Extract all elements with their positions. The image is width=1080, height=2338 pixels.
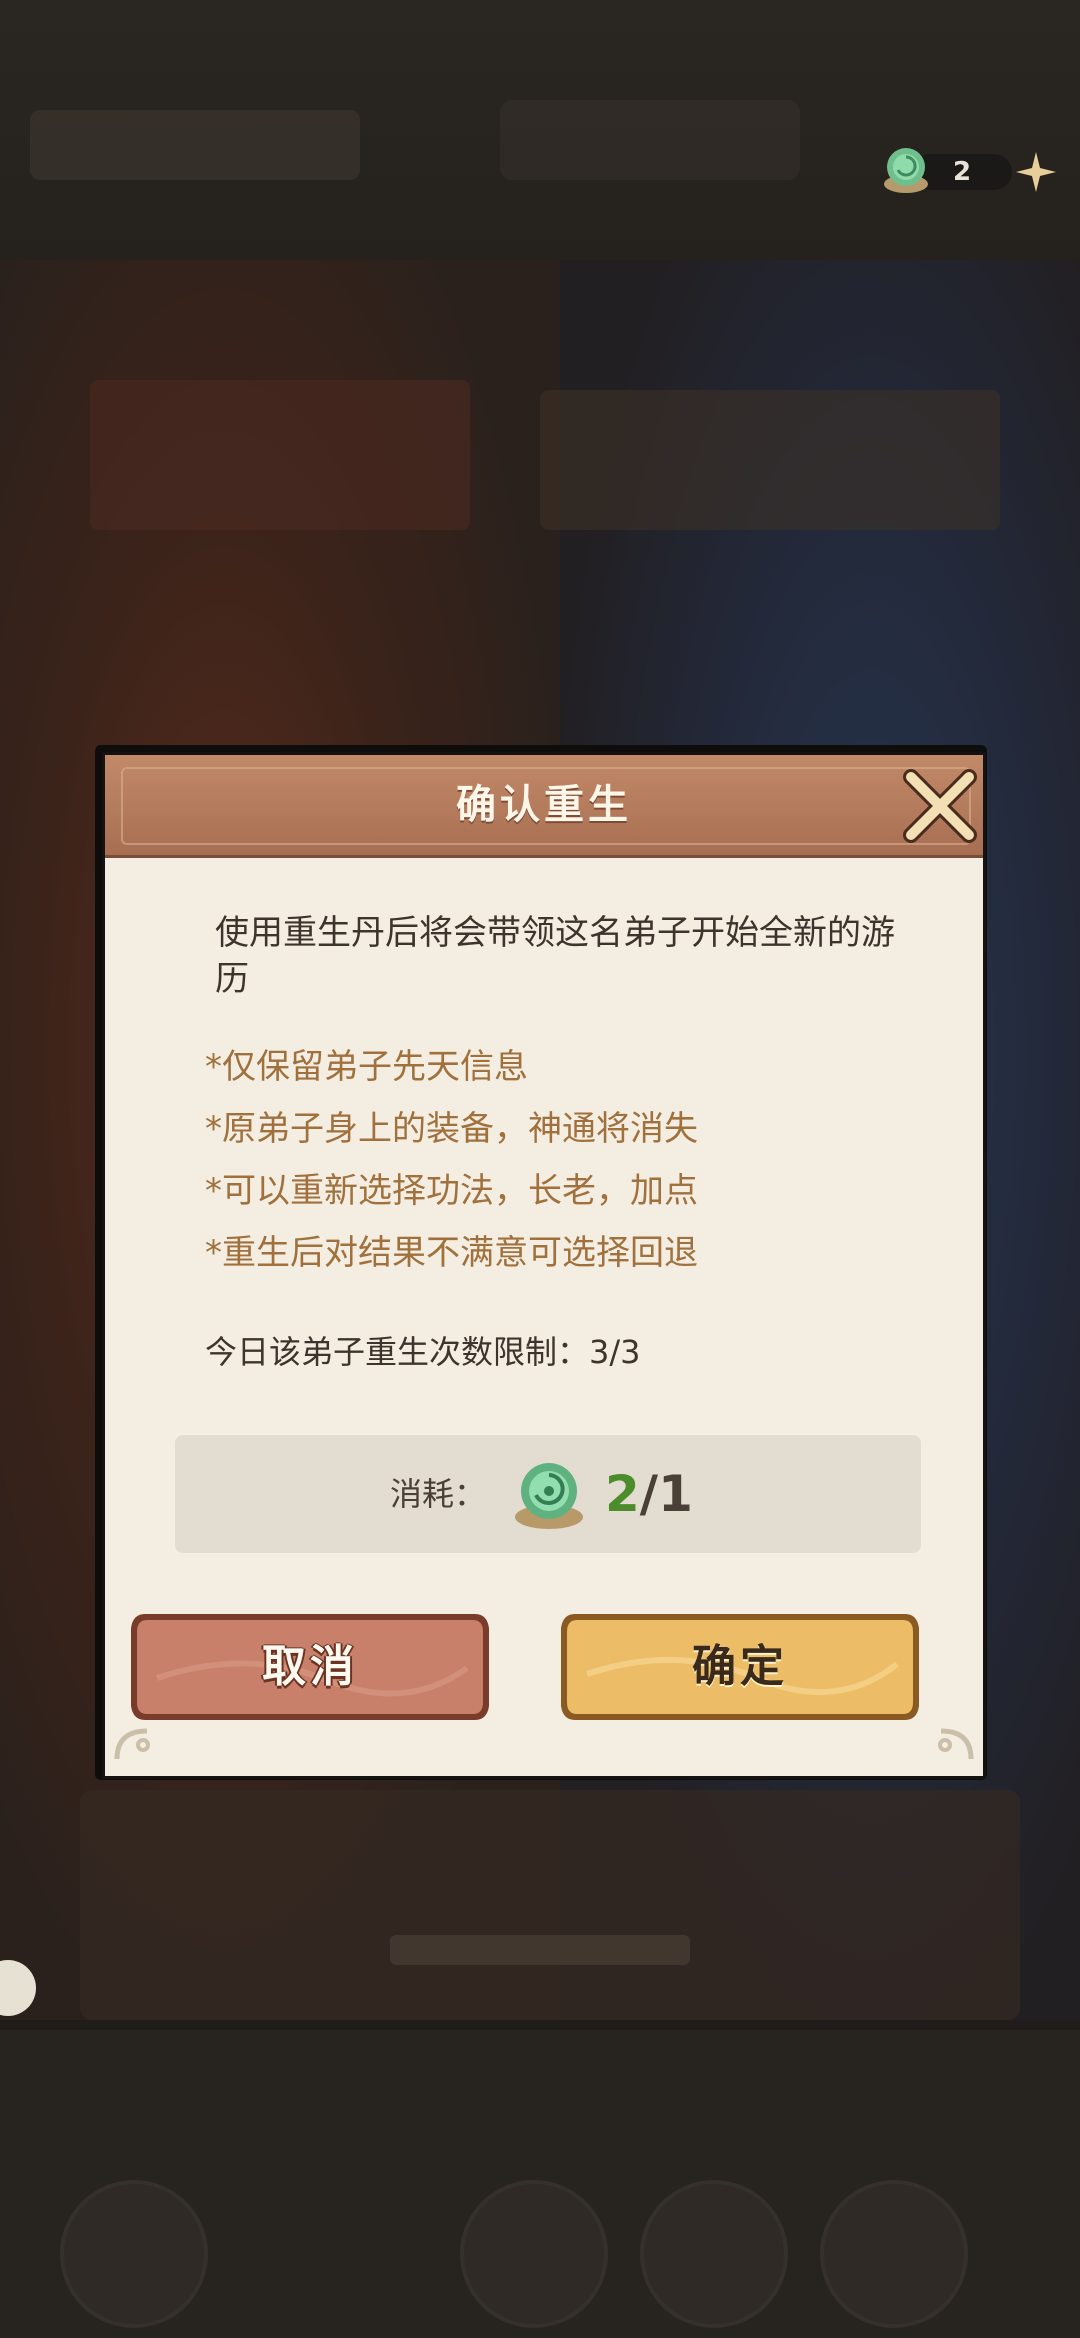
- cancel-button[interactable]: 取消: [127, 1608, 493, 1726]
- rebirth-pill-icon: [884, 148, 928, 193]
- background-banner: [90, 380, 470, 530]
- note-item: *重生后对结果不满意可选择回退: [205, 1233, 698, 1273]
- plus-icon[interactable]: [1014, 150, 1058, 194]
- background-banner: [540, 390, 1000, 530]
- note-item: *仅保留弟子先天信息: [205, 1047, 528, 1087]
- cost-value: 2/1: [605, 1435, 693, 1553]
- background-nav-button: [640, 2180, 788, 2328]
- background-title-mark: [30, 110, 360, 180]
- corner-ornament-icon: [938, 1728, 974, 1760]
- note-item: *原弟子身上的装备，神通将消失: [205, 1109, 698, 1149]
- cost-owned: 2: [605, 1465, 640, 1523]
- background-nav-button: [60, 2180, 208, 2328]
- confirm-button-label: 确定: [692, 1641, 788, 1692]
- background-nav-button: [460, 2180, 608, 2328]
- note-item: *可以重新选择功法，长老，加点: [205, 1171, 698, 1211]
- daily-limit-text: 今日该弟子重生次数限制：3/3: [205, 1333, 641, 1371]
- background-bottom-text: [390, 1935, 690, 1965]
- dialog-title: 确认重生: [456, 782, 632, 828]
- rebirth-pill-icon: [515, 1463, 583, 1529]
- currency-counter: 2: [876, 140, 1060, 202]
- cancel-button-label: 取消: [262, 1641, 358, 1692]
- background-bottom-panel: [80, 1790, 1020, 2020]
- cost-label: 消耗：: [390, 1475, 487, 1513]
- cost-panel: 消耗： 2/1: [175, 1435, 921, 1553]
- corner-ornament-icon: [114, 1728, 150, 1760]
- background-nav-button: [820, 2180, 968, 2328]
- background-title-mark: [500, 100, 800, 180]
- close-icon[interactable]: [897, 763, 983, 849]
- dialog-frame: 确认重生 使用重生丹后将会带领这名弟子开始全新的游历 *仅保留弟子先天信息 *原…: [102, 752, 986, 1779]
- dialog-description: 使用重生丹后将会带领这名弟子开始全新的游历: [215, 913, 895, 999]
- rebirth-confirm-dialog: 确认重生 使用重生丹后将会带领这名弟子开始全新的游历 *仅保留弟子先天信息 *原…: [95, 745, 987, 1780]
- cost-separator: /: [639, 1465, 659, 1523]
- confirm-button[interactable]: 确定: [557, 1608, 923, 1726]
- dialog-header: 确认重生: [105, 755, 983, 858]
- cost-required: 1: [658, 1465, 693, 1523]
